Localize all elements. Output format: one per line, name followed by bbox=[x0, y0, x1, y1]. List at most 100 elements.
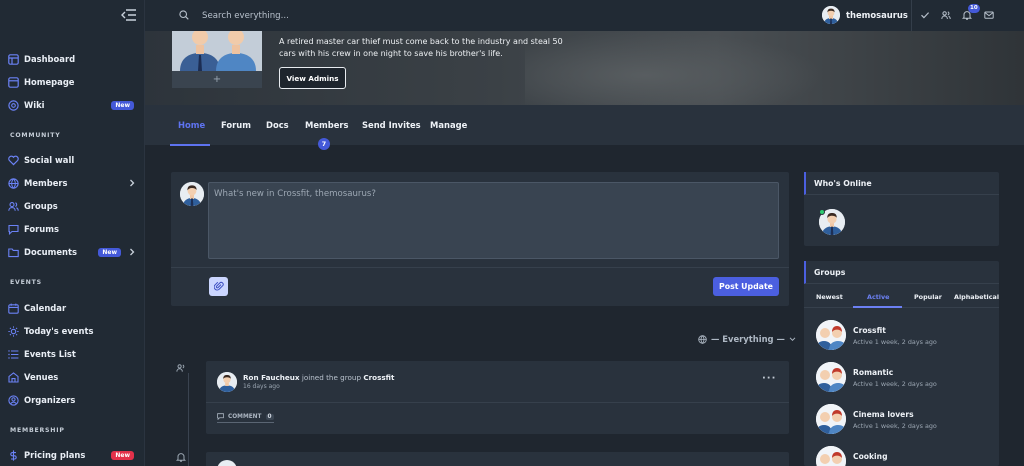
globe-icon bbox=[698, 334, 707, 344]
group-tabs: Home Forum Docs Members Send Invites Man… bbox=[145, 105, 1024, 145]
list-icon bbox=[8, 349, 19, 359]
sidebar-item-label: Pricing plans bbox=[24, 450, 86, 460]
sidebar-item-label: Homepage bbox=[24, 77, 75, 87]
tab-manage[interactable]: Manage bbox=[430, 105, 467, 145]
group-list-item[interactable]: Cinema lovers Active 1 week, 2 days ago bbox=[816, 404, 996, 434]
groups-tab-popular[interactable]: Popular bbox=[914, 293, 942, 301]
sidebar-item-social-wall[interactable]: Social wall bbox=[0, 150, 145, 170]
sidebar-item-forums[interactable]: Forums bbox=[0, 219, 145, 239]
username[interactable]: themosaurus bbox=[846, 10, 908, 20]
group-list-item[interactable]: Romantic Active 1 week, 2 days ago bbox=[816, 362, 996, 392]
globe-icon bbox=[8, 177, 19, 189]
group-photo[interactable] bbox=[172, 31, 262, 71]
online-status-dot bbox=[819, 209, 825, 215]
sidebar-item-dashboard[interactable]: Dashboard bbox=[0, 49, 145, 69]
sidebar-item-pricing-plans[interactable]: Pricing plans New bbox=[0, 445, 145, 465]
tab-home[interactable]: Home bbox=[178, 105, 205, 145]
add-photo-button[interactable]: + bbox=[172, 71, 262, 88]
wiki-icon bbox=[8, 99, 19, 111]
sidebar-item-label: Groups bbox=[24, 201, 58, 211]
comment-button[interactable]: COMMENT 0 bbox=[217, 413, 274, 423]
attach-button[interactable] bbox=[209, 277, 228, 296]
calendar-icon bbox=[8, 303, 19, 314]
group-name: Cooking bbox=[853, 452, 888, 461]
sidebar-item-groups[interactable]: Groups bbox=[0, 196, 145, 216]
sidebar-item-calendar[interactable]: Calendar bbox=[0, 298, 145, 318]
activity-filter[interactable]: — Everything — bbox=[698, 334, 796, 344]
activity-item bbox=[206, 452, 789, 466]
chevron-right-icon[interactable] bbox=[129, 248, 135, 256]
search-input[interactable] bbox=[202, 7, 502, 24]
sidebar-item-organizers[interactable]: Organizers bbox=[0, 390, 145, 410]
group-list-item[interactable]: Crossfit Active 1 week, 2 days ago bbox=[816, 320, 996, 350]
topbar-divider bbox=[911, 0, 912, 31]
sidebar-item-label: Wiki bbox=[24, 100, 45, 110]
users-icon bbox=[8, 201, 19, 211]
groups-tab-newest[interactable]: Newest bbox=[816, 293, 843, 301]
activity-user-link[interactable]: Ron Faucheux bbox=[243, 373, 300, 382]
group-avatar bbox=[816, 320, 846, 350]
top-bar: themosaurus 10 bbox=[145, 0, 1024, 31]
new-badge: New bbox=[111, 100, 134, 110]
forum-icon bbox=[8, 224, 19, 235]
sidebar-item-label: Social wall bbox=[24, 155, 75, 165]
post-update-button[interactable]: Post Update bbox=[713, 277, 779, 296]
comment-label: COMMENT bbox=[228, 413, 262, 420]
post-composer: Post Update bbox=[171, 172, 789, 306]
tab-send-invites[interactable]: Send Invites bbox=[362, 105, 421, 145]
activity-item: Ron Faucheux joined the group Crossfit 1… bbox=[206, 361, 789, 434]
notification-count-badge: 10 bbox=[968, 4, 980, 13]
chevron-down-icon bbox=[789, 336, 796, 341]
active-tab-indicator bbox=[170, 144, 210, 146]
groups-widget: Groups Newest Active Popular Alphabetica… bbox=[804, 261, 999, 466]
sidebar-item-events-list[interactable]: Events List bbox=[0, 344, 145, 364]
sidebar-item-label: Members bbox=[24, 178, 68, 188]
sidebar-header bbox=[0, 0, 144, 31]
friends-icon[interactable] bbox=[941, 10, 951, 20]
sidebar-item-documents[interactable]: Documents New bbox=[0, 242, 145, 262]
sidebar-item-label: Events List bbox=[24, 349, 76, 359]
sidebar-item-venues[interactable]: Venues bbox=[0, 367, 145, 387]
group-name: Romantic bbox=[853, 368, 894, 377]
bell-icon bbox=[176, 453, 186, 462]
whats-new-input[interactable] bbox=[208, 182, 779, 259]
sidebar-item-label: Documents bbox=[24, 247, 77, 257]
more-options-icon[interactable]: ··· bbox=[762, 373, 776, 384]
tab-forum[interactable]: Forum bbox=[221, 105, 251, 145]
sidebar-item-label: Forums bbox=[24, 224, 59, 234]
section-heading-events: EVENTS bbox=[10, 279, 42, 286]
user-avatar[interactable] bbox=[822, 6, 840, 24]
active-groups-tab-indicator bbox=[853, 306, 902, 308]
widget-title: Groups bbox=[804, 261, 999, 284]
sidebar-item-homepage[interactable]: Homepage bbox=[0, 72, 145, 92]
group-last-active: Active 1 week, 2 days ago bbox=[853, 422, 937, 430]
groups-tab-alphabetical[interactable]: Alphabetical bbox=[954, 293, 999, 301]
comment-icon bbox=[217, 413, 224, 420]
sidebar-item-wiki[interactable]: Wiki New bbox=[0, 95, 145, 115]
activity-text: Ron Faucheux joined the group Crossfit bbox=[243, 373, 394, 382]
sidebar-item-todays-events[interactable]: Today's events bbox=[0, 321, 145, 341]
chevron-right-icon[interactable] bbox=[129, 179, 135, 187]
activity-group-link[interactable]: Crossfit bbox=[363, 373, 394, 382]
group-description: A retired master car thief must come bac… bbox=[279, 37, 563, 58]
avatar bbox=[217, 460, 237, 466]
group-avatar bbox=[816, 404, 846, 434]
groups-tab-active[interactable]: Active bbox=[867, 293, 889, 301]
collapse-menu-icon[interactable] bbox=[121, 9, 137, 21]
members-count-badge: 7 bbox=[318, 138, 330, 150]
check-icon[interactable] bbox=[920, 10, 930, 20]
sidebar-item-label: Dashboard bbox=[24, 54, 76, 64]
mail-icon[interactable] bbox=[984, 10, 994, 20]
avatar[interactable] bbox=[217, 372, 237, 392]
sun-icon bbox=[8, 325, 19, 337]
view-admins-button[interactable]: View Admins bbox=[279, 67, 346, 89]
group-list-item[interactable]: Cooking bbox=[816, 446, 996, 466]
sidebar-item-label: Venues bbox=[24, 372, 59, 382]
sidebar-item-label: Calendar bbox=[24, 303, 67, 313]
new-badge: New bbox=[111, 450, 134, 460]
group-name: Cinema lovers bbox=[853, 410, 914, 419]
sidebar-item-members[interactable]: Members bbox=[0, 173, 145, 193]
composer-divider bbox=[171, 267, 789, 268]
widget-title: Who's Online bbox=[804, 172, 999, 195]
tab-docs[interactable]: Docs bbox=[266, 105, 289, 145]
